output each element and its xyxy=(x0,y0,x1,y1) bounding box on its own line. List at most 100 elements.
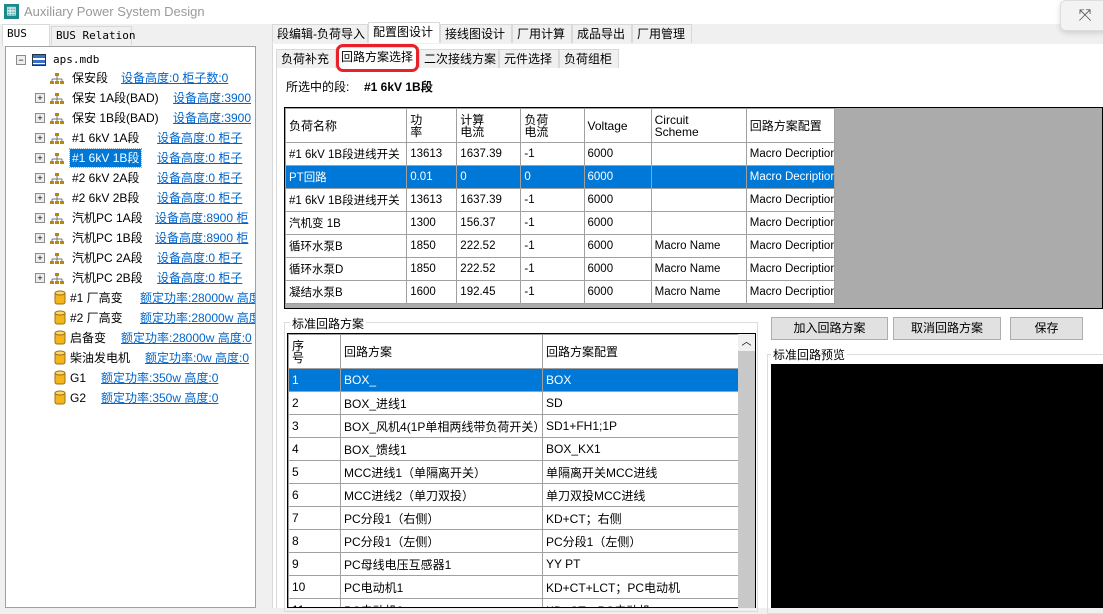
tree-root[interactable]: − aps.mdb xyxy=(16,51,255,69)
tree-bus-info-link[interactable]: 设备高度:3900 xyxy=(173,109,251,127)
table-cell[interactable]: 1637.39 xyxy=(456,142,522,166)
table-cell[interactable]: -1 xyxy=(520,257,585,281)
column-header[interactable]: 功率 xyxy=(406,108,458,143)
tree-bus-label[interactable]: #2 6kV 2B段 xyxy=(70,189,141,207)
tree-source-node[interactable]: G2 额定功率:350w 高度:0 xyxy=(6,389,255,407)
table-cell[interactable]: 单隔离开关MCC进线 xyxy=(542,460,740,484)
tree-source-node[interactable]: 柴油发电机 额定功率:0w 高度:0 xyxy=(6,349,255,367)
column-header[interactable]: 计算 电流 xyxy=(456,108,522,143)
tree-source-node[interactable]: #2 厂高变 额定功率:28000w 高度 xyxy=(6,309,255,327)
table-row[interactable]: 5 MCC进线1（单隔离开关） 单隔离开关MCC进线 xyxy=(288,460,740,484)
table-cell[interactable]: 1850 xyxy=(406,234,458,258)
table-cell[interactable]: PT回路 xyxy=(285,165,408,189)
table-cell[interactable]: PC电动机1 xyxy=(340,575,543,599)
tree-bus-node[interactable]: + #1 6kV 1B段 设备高度:0 柜子 xyxy=(6,148,255,168)
column-header[interactable]: 负荷 电流 xyxy=(520,108,585,143)
expand-icon[interactable]: + xyxy=(35,273,45,283)
table-cell[interactable] xyxy=(650,142,747,166)
table-row[interactable]: 4 BOX_馈线1 BOX_KX1 xyxy=(288,437,740,461)
table-row[interactable]: PT回路 0.01 0 0 6000 Macro Decription xyxy=(285,165,836,189)
tree-bus-info-link[interactable]: 设备高度:0 柜子 xyxy=(157,129,242,147)
table-cell[interactable]: YY PT xyxy=(542,552,740,576)
table-row[interactable]: 凝结水泵B 1600 192.45 -1 6000 Macro Name Macro Dec… xyxy=(285,280,836,304)
table-cell[interactable]: -1 xyxy=(520,234,585,258)
table-row[interactable]: 3 BOX_风机4(1P单相两线带负荷开关） SD1+FH1;1P xyxy=(288,414,740,438)
tab-sub-4[interactable]: 负荷组柜 xyxy=(559,49,619,68)
table-cell[interactable]: 13613 xyxy=(406,142,458,166)
expand-icon[interactable]: + xyxy=(35,253,45,263)
column-header[interactable]: 负荷名称 xyxy=(285,108,408,143)
tree-source-label[interactable]: G2 xyxy=(70,389,86,407)
table-cell[interactable]: 13613 xyxy=(406,188,458,212)
table-cell[interactable] xyxy=(650,211,747,235)
table-cell[interactable]: Macro Decription xyxy=(745,234,836,258)
tree-bus-info-link[interactable]: 设备高度:0 柜子数:0 xyxy=(121,69,228,87)
column-header[interactable]: 回路方案配置 xyxy=(745,108,836,143)
table-cell[interactable]: 7 xyxy=(288,506,341,530)
table-row[interactable]: 6 MCC进线2（单刀双投） 单刀双投MCC进线 xyxy=(288,483,740,507)
column-header[interactable]: Circuit Scheme xyxy=(650,108,747,143)
table-cell[interactable]: 222.52 xyxy=(456,257,522,281)
tab-bus-relation[interactable]: BUS Relation xyxy=(51,26,135,45)
table-cell[interactable]: Macro Name xyxy=(650,280,747,304)
tree-source-info-link[interactable]: 额定功率:350w 高度:0 xyxy=(101,369,218,387)
table-cell[interactable]: 0 xyxy=(520,165,585,189)
expand-icon[interactable]: + xyxy=(35,233,45,243)
table-cell[interactable]: MCC进线1（单隔离开关） xyxy=(340,460,543,484)
table-cell[interactable]: 222.52 xyxy=(456,234,522,258)
table-cell[interactable]: 循环水泵D xyxy=(285,257,408,281)
table-cell[interactable]: 凝结水泵B xyxy=(285,280,408,304)
table-row[interactable]: 循环水泵D 1850 222.52 -1 6000 Macro Name Macro Dec… xyxy=(285,257,836,281)
expand-icon[interactable]: + xyxy=(35,93,45,103)
table-row[interactable]: 循环水泵B 1850 222.52 -1 6000 Macro Name Macro Dec… xyxy=(285,234,836,258)
tab-main-4[interactable]: 成品导出 xyxy=(572,24,632,43)
tab-main-2[interactable]: 接线图设计 xyxy=(440,24,512,43)
expand-icon[interactable]: + xyxy=(35,113,45,123)
table-cell[interactable]: Macro Decription xyxy=(745,280,836,304)
table-row[interactable]: 2 BOX_进线1 SD xyxy=(288,391,740,415)
table-row[interactable]: 11PC电动机2KD+CT；PC电动机 xyxy=(288,598,740,607)
tree-bus-info-link[interactable]: 设备高度:0 柜子 xyxy=(157,269,242,287)
table-cell[interactable]: 汽机变 1B xyxy=(285,211,408,235)
column-header[interactable]: 回路方案配置 xyxy=(542,334,740,369)
tree-bus-node[interactable]: + 保安 1A段(BAD) 设备高度:3900 xyxy=(6,89,255,107)
table-cell[interactable]: #1 6kV 1B段进线开关 xyxy=(285,142,408,166)
tree-bus-node[interactable]: 保安段 设备高度:0 柜子数:0 xyxy=(6,69,255,87)
tree-source-node[interactable]: G1 额定功率:350w 高度:0 xyxy=(6,369,255,387)
table-row[interactable]: 汽机变 1B 1300 156.37 -1 6000 Macro Decription xyxy=(285,211,836,235)
table-cell[interactable]: BOX_风机4(1P单相两线带负荷开关） xyxy=(340,414,543,438)
table-cell[interactable]: 循环水泵B xyxy=(285,234,408,258)
table-cell[interactable] xyxy=(650,188,747,212)
table-cell[interactable]: -1 xyxy=(520,211,585,235)
table-cell[interactable]: Macro Name xyxy=(650,257,747,281)
table-cell[interactable]: 6000 xyxy=(583,142,652,166)
table-cell[interactable]: 10 xyxy=(288,575,341,599)
table-cell[interactable]: PC分段1（左侧） xyxy=(542,529,740,553)
table-cell[interactable]: SD xyxy=(542,391,740,415)
column-header[interactable]: Voltage xyxy=(583,108,652,143)
table-cell[interactable]: Macro Decription xyxy=(745,211,836,235)
table-cell[interactable]: Macro Decription xyxy=(745,257,836,281)
table-cell[interactable]: 4 xyxy=(288,437,341,461)
tree-source-info-link[interactable]: 额定功率:28000w 高度:0 xyxy=(121,329,252,347)
table-cell[interactable]: -1 xyxy=(520,188,585,212)
table-cell[interactable]: PC电动机2 xyxy=(340,598,543,607)
table-cell[interactable]: 3 xyxy=(288,414,341,438)
add-scheme-button[interactable]: 加入回路方案 xyxy=(771,317,888,340)
tree-bus-node[interactable]: + 汽机PC 1A段 设备高度:8900 柜 xyxy=(6,209,255,227)
table-cell[interactable]: MCC进线2（单刀双投） xyxy=(340,483,543,507)
bus-tree[interactable]: − aps.mdb 保安段 设备高度:0 柜子数:0 + 保安 1A段(BAD) 设备高度:… xyxy=(5,46,256,608)
tree-bus-label[interactable]: 保安 1B段(BAD) xyxy=(70,109,161,127)
table-cell[interactable]: 192.45 xyxy=(456,280,522,304)
tab-sub-0[interactable]: 负荷补充 xyxy=(276,49,336,68)
tree-source-label[interactable]: 启备变 xyxy=(70,329,106,347)
table-cell[interactable]: BOX xyxy=(542,368,740,392)
table-row[interactable]: 9 PC母线电压互感器1 YY PT xyxy=(288,552,740,576)
tree-bus-info-link[interactable]: 设备高度:0 柜子 xyxy=(157,189,242,207)
tree-bus-info-link[interactable]: 设备高度:8900 柜 xyxy=(155,209,248,227)
tree-source-info-link[interactable]: 额定功率:350w 高度:0 xyxy=(101,389,218,407)
tree-bus-node[interactable]: + #1 6kV 1A段 设备高度:0 柜子 xyxy=(6,129,255,147)
table-cell[interactable]: KD+CT；右侧 xyxy=(542,506,740,530)
tree-bus-label[interactable]: 汽机PC 1A段 xyxy=(70,209,145,227)
tree-bus-info-link[interactable]: 设备高度:0 柜子 xyxy=(157,249,242,267)
